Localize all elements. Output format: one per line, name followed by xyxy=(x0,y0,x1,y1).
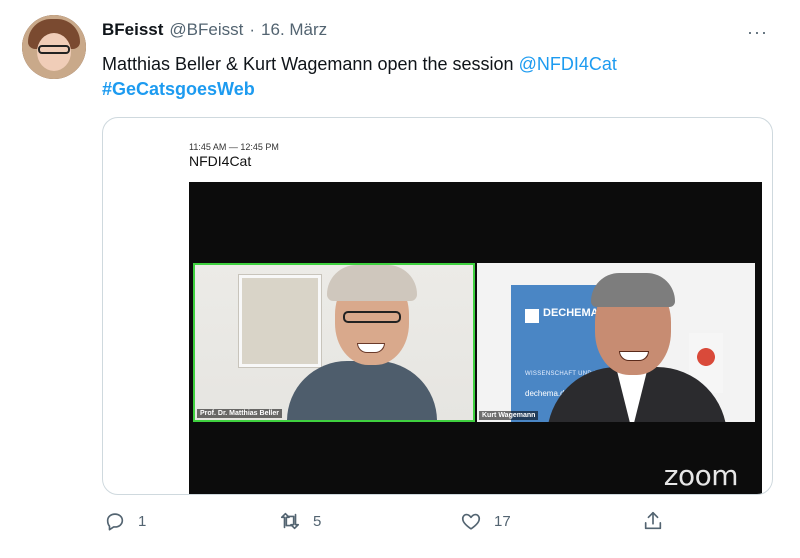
mention-link[interactable]: @NFDI4Cat xyxy=(519,54,617,74)
share-icon xyxy=(644,511,662,530)
separator: · xyxy=(249,20,256,39)
tweet-header: BFeisst @BFeisst · 16. März xyxy=(102,20,327,44)
media-card[interactable]: 11:45 AM — 12:45 PM NFDI4Cat Prof. Dr. M… xyxy=(102,117,773,495)
author-handle[interactable]: @BFeisst xyxy=(169,20,243,40)
zoom-watermark: zoom xyxy=(663,459,739,492)
like-count: 17 xyxy=(494,512,511,530)
tweet-text: Matthias Beller & Kurt Wagemann open the… xyxy=(102,52,762,102)
like-button[interactable]: 17 xyxy=(460,510,511,532)
session-time: 11:45 AM — 12:45 PM xyxy=(189,142,279,152)
tweet: BFeisst @BFeisst · 16. März ··· Matthias… xyxy=(0,0,800,558)
more-options-icon[interactable]: ··· xyxy=(747,22,768,43)
banner-brand: DECHEMA xyxy=(543,307,599,319)
retweet-button[interactable]: 5 xyxy=(279,510,321,532)
avatar[interactable] xyxy=(22,15,86,79)
participant-tile-wagemann: DECHEMA WISSENSCHAFT UND INDUSTRI dechem… xyxy=(477,263,755,422)
share-button[interactable] xyxy=(642,510,664,532)
reply-button[interactable]: 1 xyxy=(104,510,146,532)
video-frame: Prof. Dr. Matthias Beller DECHEMA WISSEN… xyxy=(189,182,762,494)
participant-name-label: Prof. Dr. Matthias Beller xyxy=(197,409,282,418)
participant-tile-beller: Prof. Dr. Matthias Beller xyxy=(193,263,475,422)
reply-icon xyxy=(106,513,124,531)
session-title: NFDI4Cat xyxy=(189,153,252,169)
retweet-count: 5 xyxy=(313,512,322,530)
heart-icon xyxy=(461,513,481,530)
action-bar: 1 5 17 xyxy=(102,510,682,540)
participant-name-label: Kurt Wagemann xyxy=(479,411,539,420)
wall-artwork xyxy=(239,275,321,367)
retweet-icon xyxy=(280,512,300,530)
tweet-body: Matthias Beller & Kurt Wagemann open the… xyxy=(102,54,519,74)
dechema-logo-icon xyxy=(525,309,539,323)
hashtag-link[interactable]: #GeCatsgoesWeb xyxy=(102,77,762,102)
reply-count: 1 xyxy=(138,512,147,530)
author-name[interactable]: BFeisst xyxy=(102,20,163,40)
tweet-date[interactable]: 16. März xyxy=(261,20,327,40)
